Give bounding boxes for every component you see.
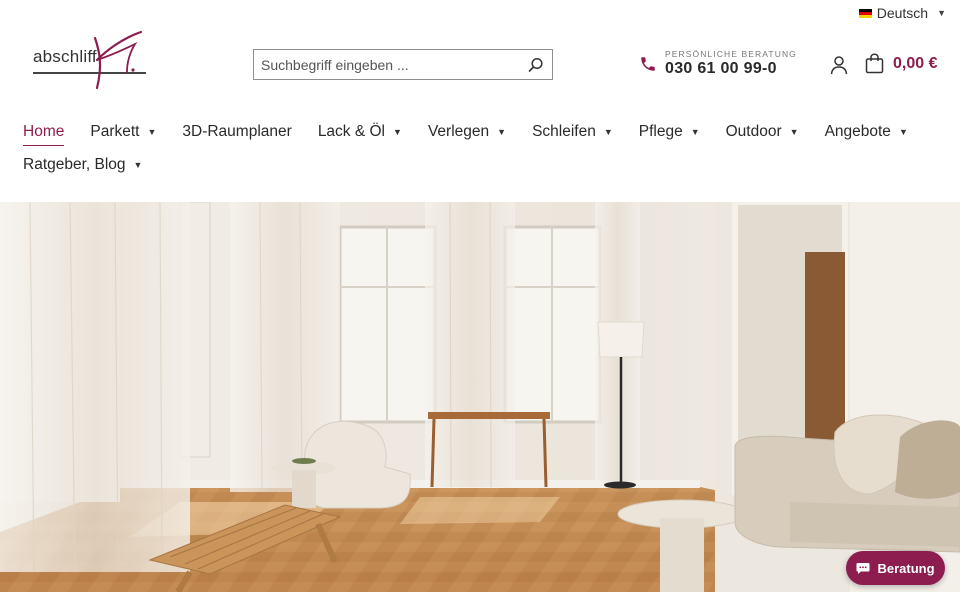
cart-total: 0,00 € [893,54,938,72]
account-button[interactable] [829,55,849,75]
nav-item-3d-raumplaner[interactable]: 3D-Raumplaner [182,123,291,141]
chevron-down-icon: ▼ [603,127,613,137]
chat-bubble-icon [856,562,870,574]
nav-item-outdoor[interactable]: Outdoor ▼ [726,123,799,141]
nav-item-label: Home [23,123,65,140]
phone-consultation[interactable]: PERSÖNLICHE BERATUNG 030 61 00 99-0 [639,49,797,78]
nav-item-angebote[interactable]: Angebote ▼ [825,123,908,141]
living-room-illustration [0,202,960,592]
phone-icon [641,56,655,71]
chevron-down-icon: ▼ [393,127,402,137]
chevron-down-icon: ▼ [133,160,143,170]
logo-brushstroke-icon [93,30,143,90]
nav-item-pflege[interactable]: Pflege ▼ [639,123,700,141]
consultation-label: PERSÖNLICHE BERATUNG [665,49,797,59]
nav-item-label: Pflege [638,123,683,140]
german-flag-icon [858,8,872,18]
nav-item-label: Verlegen [427,123,490,140]
chat-button-label: Beratung [877,560,935,576]
shopping-bag-icon [865,53,884,74]
nav-item-label: Outdoor [725,123,782,140]
search-input[interactable] [254,50,520,79]
chevron-down-icon: ▼ [497,127,507,137]
nav-item-label: Parkett [90,123,140,140]
nav-item-home[interactable]: Home [23,123,65,146]
chevron-down-icon: ▼ [147,127,157,137]
search-button[interactable] [520,50,552,79]
consultation-chat-button[interactable]: Beratung [846,551,945,585]
nav-item-verlegen[interactable]: Verlegen ▼ [428,123,506,141]
chevron-down-icon: ▼ [789,127,799,137]
main-navigation: Home Parkett ▼ 3D-Raumplaner Lack & Öl ▼ V… [23,118,923,179]
chevron-down-icon: ▼ [690,127,700,137]
nav-row: Ratgeber, Blog ▼ [23,151,923,179]
chevron-down-icon: ▼ [898,127,908,137]
nav-item-ratgeber-blog[interactable]: Ratgeber, Blog ▼ [23,156,142,174]
search-box [253,49,553,80]
nav-item-label: 3D-Raumplaner [182,123,292,140]
cart-button[interactable]: 0,00 € [865,53,937,74]
nav-item-schleifen[interactable]: Schleifen ▼ [532,123,613,141]
hero-image [0,202,960,592]
nav-item-label: Lack & Öl [317,123,386,140]
brand-logo[interactable]: abschliff [33,30,153,94]
nav-row: Home Parkett ▼ 3D-Raumplaner Lack & Öl ▼ V… [23,118,923,146]
nav-item-label: Schleifen [532,123,596,140]
nav-item-parkett[interactable]: Parkett ▼ [90,123,156,141]
consultation-phone[interactable]: 030 61 00 99-0 [665,60,797,78]
nav-item-label: Ratgeber, Blog [23,156,126,173]
chevron-down-icon: ▼ [937,8,946,18]
language-selector[interactable]: Deutsch ▼ [858,5,946,21]
nav-item-lack-oel[interactable]: Lack & Öl ▼ [318,123,402,141]
nav-item-label: Angebote [824,123,891,140]
language-label: Deutsch [876,5,929,21]
user-icon [830,56,848,75]
search-icon [528,57,543,72]
